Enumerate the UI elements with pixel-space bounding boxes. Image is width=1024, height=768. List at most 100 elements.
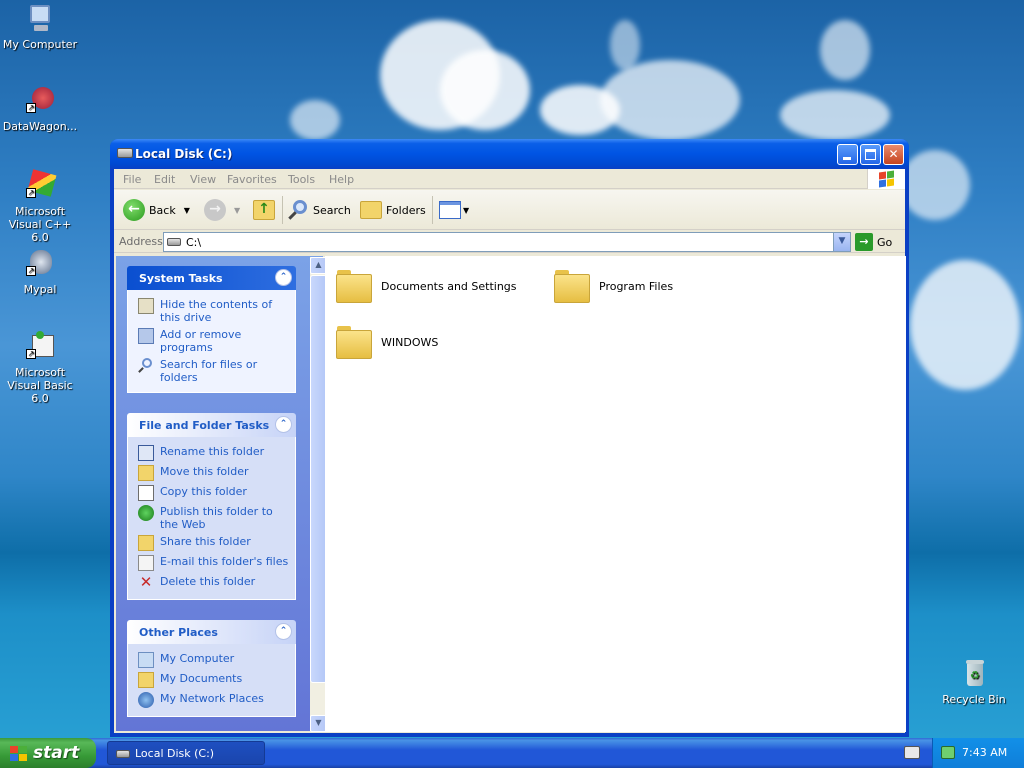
globe-icon [138, 505, 154, 521]
chevron-down-icon: ▼ [463, 205, 470, 215]
chevron-up-icon: ▲ [315, 260, 322, 269]
clock[interactable]: 7:43 AM [962, 746, 1007, 759]
address-label: Address [119, 235, 163, 248]
folder-documents-and-settings[interactable]: Documents and Settings [335, 268, 517, 304]
email-icon [138, 555, 154, 571]
desktop-icon-datawagon[interactable]: ↗ DataWagon... [0, 85, 80, 133]
address-value: C:\ [186, 236, 202, 249]
menu-favorites[interactable]: Favorites [227, 173, 277, 186]
desktop-icon-label: DataWagon... [2, 120, 78, 133]
window-title: Local Disk (C:) [135, 147, 233, 161]
task-search-files[interactable]: Search for files or folders [138, 358, 289, 384]
move-icon [138, 465, 154, 481]
address-dropdown-button[interactable]: ▼ [833, 233, 850, 251]
menu-view[interactable]: View [190, 173, 216, 186]
back-button[interactable]: ← Back ▼ [123, 198, 190, 222]
minimize-button[interactable] [837, 144, 858, 165]
task-hide-drive-contents[interactable]: Hide the contents of this drive [138, 298, 289, 324]
documents-icon [138, 672, 154, 688]
menu-help[interactable]: Help [329, 173, 354, 186]
window-titlebar[interactable]: Local Disk (C:) ✕ [110, 139, 909, 169]
up-button[interactable]: ↑ [253, 198, 275, 222]
place-my-computer[interactable]: My Computer [138, 652, 289, 668]
forward-arrow-icon: → [204, 199, 226, 221]
folder-label: Documents and Settings [381, 279, 517, 293]
computer-icon [24, 3, 56, 35]
task-label: Hide the contents of this drive [160, 298, 273, 324]
folders-button[interactable]: Folders [360, 198, 426, 222]
collapse-icon[interactable]: ⌃ [275, 623, 292, 640]
other-places-header[interactable]: Other Places ⌃ [127, 620, 296, 644]
panel-title: System Tasks [139, 272, 223, 285]
desktop-icon-my-computer[interactable]: My Computer [0, 3, 80, 51]
visual-cpp-icon: ↗ [24, 169, 57, 202]
task-share-folder[interactable]: Share this folder [138, 535, 289, 551]
drive-icon [167, 238, 181, 246]
window-client: File Edit View Favorites Tools Help ← Ba… [114, 169, 906, 733]
task-move-folder[interactable]: Move this folder [138, 465, 289, 481]
views-button[interactable]: ▼ [439, 198, 469, 222]
folder-program-files[interactable]: Program Files [553, 268, 673, 304]
menu-file[interactable]: File [123, 173, 141, 186]
panel-title: File and Folder Tasks [139, 419, 270, 432]
desktop-icon-visual-basic[interactable]: ↗ Microsoft Visual Basic 6.0 [0, 331, 80, 405]
copy-icon [138, 485, 154, 501]
keyboard-icon[interactable] [904, 746, 920, 759]
go-button[interactable]: → Go [855, 232, 892, 252]
collapse-icon[interactable]: ⌃ [275, 269, 292, 286]
file-folder-tasks-header[interactable]: File and Folder Tasks ⌃ [127, 413, 296, 437]
desktop-icon-visual-cpp[interactable]: ↗ Microsoft Visual C++ 6.0 [0, 169, 80, 244]
maximize-button[interactable] [860, 144, 881, 165]
back-label: Back [149, 203, 176, 217]
task-add-remove-programs[interactable]: Add or remove programs [138, 328, 289, 354]
drive-icon [116, 750, 130, 758]
computer-icon [138, 652, 154, 668]
chevron-down-icon: ▼ [838, 236, 846, 246]
explorer-window: Local Disk (C:) ✕ File Edit View Favorit… [110, 139, 909, 737]
windows-logo-icon [867, 169, 905, 189]
system-tasks-header[interactable]: System Tasks ⌃ [127, 266, 296, 290]
folders-icon [360, 201, 382, 219]
network-tray-icon[interactable] [941, 746, 955, 759]
search-button[interactable]: Search [287, 198, 351, 222]
chevron-down-icon[interactable]: ▼ [234, 206, 240, 215]
share-icon [138, 535, 154, 551]
task-rename-folder[interactable]: Rename this folder [138, 445, 289, 461]
visual-basic-icon: ↗ [24, 331, 56, 363]
system-tasks-panel: System Tasks ⌃ Hide the contents of this… [127, 266, 296, 393]
task-label: My Network Places [160, 692, 264, 705]
rename-icon [138, 445, 154, 461]
place-my-documents[interactable]: My Documents [138, 672, 289, 688]
collapse-icon[interactable]: ⌃ [275, 416, 292, 433]
recycle-bin-icon: ♻ [958, 658, 990, 690]
task-delete-folder[interactable]: ✕ Delete this folder [138, 575, 289, 591]
add-remove-programs-icon [138, 328, 154, 344]
chevron-down-icon[interactable]: ▼ [184, 206, 190, 215]
folder-windows[interactable]: WINDOWS [335, 324, 438, 360]
folders-label: Folders [386, 203, 426, 217]
start-button[interactable]: start [0, 738, 96, 768]
menu-tools[interactable]: Tools [288, 173, 315, 186]
other-places-panel: Other Places ⌃ My Computer My Documents [127, 620, 296, 717]
desktop-icon-mypal[interactable]: ↗ Mypal [0, 248, 80, 296]
task-label: Copy this folder [160, 485, 247, 498]
task-email-files[interactable]: E-mail this folder's files [138, 555, 289, 571]
address-bar: Address C:\ ▼ → Go [114, 231, 905, 253]
address-input[interactable]: C:\ ▼ [163, 232, 851, 252]
close-button[interactable]: ✕ [883, 144, 904, 165]
forward-button[interactable]: → ▼ [204, 198, 240, 222]
place-my-network[interactable]: My Network Places [138, 692, 289, 708]
desktop-icon-recycle-bin[interactable]: ♻ Recycle Bin [934, 658, 1014, 706]
task-label: E-mail this folder's files [160, 555, 289, 568]
task-copy-folder[interactable]: Copy this folder [138, 485, 289, 501]
desktop-icon-label: Mypal [23, 283, 57, 296]
task-publish-web[interactable]: Publish this folder to the Web [138, 505, 289, 531]
go-label: Go [877, 235, 893, 249]
desktop-icon-label: Microsoft Visual Basic 6.0 [7, 366, 73, 405]
taskbar-button-local-disk[interactable]: Local Disk (C:) [107, 741, 265, 765]
desktop-icon-label: Recycle Bin [942, 693, 1006, 706]
go-arrow-icon: → [855, 233, 873, 251]
chevron-down-icon: ▼ [315, 718, 322, 727]
desktop-icon-label: Microsoft Visual C++ 6.0 [8, 205, 72, 244]
menu-edit[interactable]: Edit [154, 173, 175, 186]
